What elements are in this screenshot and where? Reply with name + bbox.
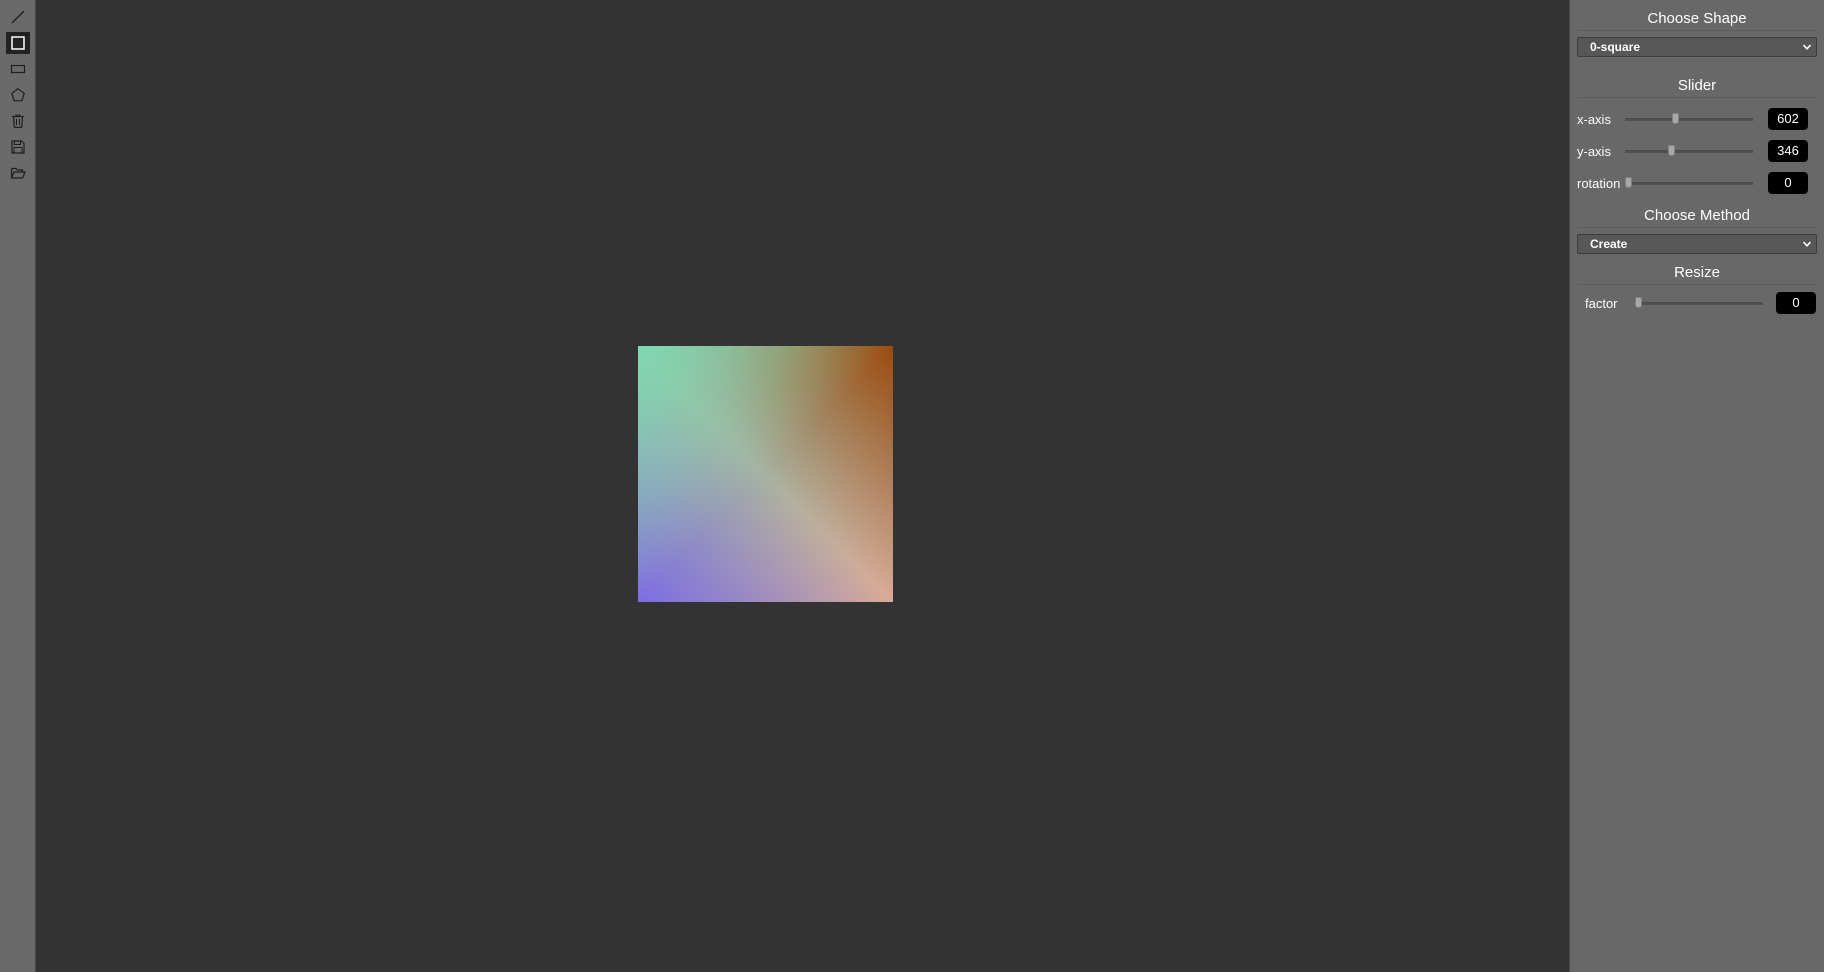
square-tool-button[interactable] (6, 32, 30, 54)
line-icon (11, 10, 25, 24)
save-icon (11, 140, 25, 154)
x-axis-value[interactable]: 602 (1768, 108, 1808, 130)
rotation-row: rotation 0 (1570, 167, 1824, 199)
x-axis-label: x-axis (1577, 111, 1611, 127)
tool-sidebar (0, 0, 36, 972)
square-shape[interactable] (638, 346, 893, 602)
shape-select-value: 0-square (1590, 40, 1641, 54)
y-axis-slider[interactable] (1625, 144, 1753, 158)
rotation-slider-track (1625, 182, 1753, 185)
factor-slider-thumb[interactable] (1635, 297, 1642, 308)
choose-shape-heading: Choose Shape (1578, 0, 1816, 31)
rotation-value[interactable]: 0 (1768, 172, 1808, 194)
factor-value[interactable]: 0 (1776, 292, 1816, 314)
y-axis-label: y-axis (1577, 143, 1611, 159)
line-tool-button[interactable] (6, 6, 30, 28)
method-select-value: Create (1590, 237, 1628, 251)
rectangle-tool-button[interactable] (6, 58, 30, 80)
rectangle-icon (10, 64, 26, 74)
app-window: Choose Shape 0-square Slider x-axis 602 … (0, 0, 1824, 972)
open-button[interactable] (6, 162, 30, 184)
chevron-down-icon (1802, 241, 1812, 247)
y-axis-value[interactable]: 346 (1768, 140, 1808, 162)
y-axis-slider-thumb[interactable] (1668, 145, 1676, 156)
square-icon (11, 36, 25, 50)
folder-open-icon (10, 167, 26, 179)
pentagon-icon (11, 88, 25, 102)
control-panel: Choose Shape 0-square Slider x-axis 602 … (1569, 0, 1824, 972)
rotation-label: rotation (1577, 175, 1621, 191)
y-axis-slider-track (1625, 150, 1753, 153)
chevron-down-icon (1802, 44, 1812, 50)
x-axis-slider[interactable] (1625, 112, 1753, 126)
factor-slider[interactable] (1635, 296, 1763, 310)
factor-row: factor 0 (1570, 287, 1824, 319)
shape-select[interactable]: 0-square (1577, 37, 1817, 57)
slider-heading: Slider (1578, 57, 1816, 98)
rotation-slider-thumb[interactable] (1625, 177, 1632, 188)
drawing-canvas[interactable] (36, 0, 1569, 972)
method-select[interactable]: Create (1577, 234, 1817, 254)
x-axis-slider-thumb[interactable] (1671, 113, 1679, 124)
choose-method-heading: Choose Method (1578, 199, 1816, 228)
save-button[interactable] (6, 136, 30, 158)
factor-label: factor (1585, 295, 1618, 311)
rotation-slider[interactable] (1625, 176, 1753, 190)
x-axis-slider-track (1625, 118, 1753, 121)
trash-icon (12, 114, 24, 128)
resize-heading: Resize (1578, 254, 1816, 285)
pentagon-tool-button[interactable] (6, 84, 30, 106)
x-axis-row: x-axis 602 (1570, 103, 1824, 135)
factor-slider-track (1635, 302, 1763, 305)
delete-button[interactable] (6, 110, 30, 132)
y-axis-row: y-axis 346 (1570, 135, 1824, 167)
